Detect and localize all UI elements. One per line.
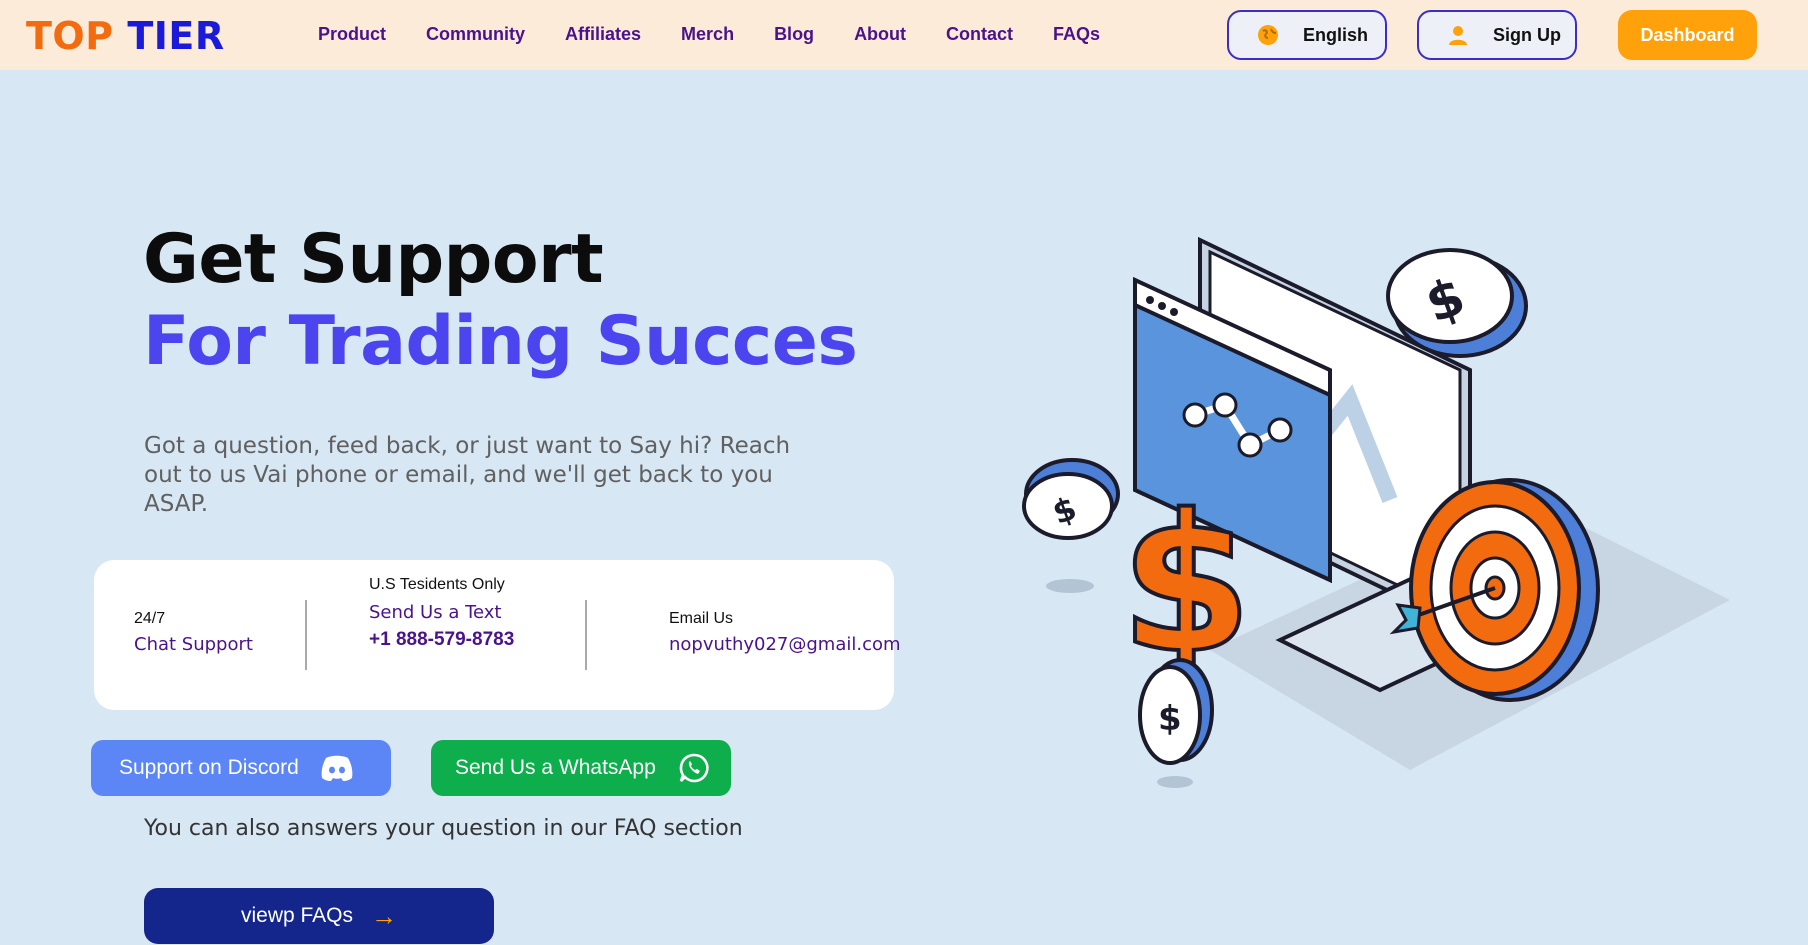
whatsapp-icon	[679, 753, 709, 783]
email-block: Email Us nopvuthy027@gmail.com	[669, 610, 901, 655]
shadow-shape	[1046, 579, 1094, 593]
faq-note: You can also answers your question in ou…	[144, 816, 743, 841]
nav-product[interactable]: Product	[318, 24, 386, 45]
whatsapp-button-label: Send Us a WhatsApp	[455, 756, 656, 779]
hero-lead: Got a question, feed back, or just want …	[144, 433, 791, 517]
dollar-sign: $	[1158, 699, 1182, 739]
arrow-right-icon: →	[371, 900, 398, 931]
chat-hours: 24/7	[134, 610, 166, 627]
network-node	[1267, 417, 1293, 443]
email-address[interactable]: nopvuthy027@gmail.com	[669, 634, 901, 655]
window-dot	[1146, 296, 1154, 304]
top-header: TOP TIER Product Community Affiliates Me…	[0, 0, 1808, 70]
window-dot	[1170, 308, 1178, 316]
sign-up-button[interactable]: Sign Up	[1417, 10, 1577, 60]
network-node	[1212, 392, 1238, 418]
whatsapp-button[interactable]: Send Us a WhatsApp	[431, 740, 731, 796]
discord-support-button[interactable]: Support on Discord	[91, 740, 391, 796]
hero-title: Get Support	[143, 220, 604, 299]
brand-logo[interactable]: TOP TIER	[26, 14, 225, 58]
network-node	[1237, 432, 1263, 458]
trading-support-illustration: $ $ $ $	[1022, 236, 1730, 788]
view-faqs-button[interactable]: viewp FAQs →	[144, 888, 494, 944]
hero-title-accent: For Trading Succes	[143, 302, 858, 381]
discord-icon	[321, 755, 353, 781]
network-node	[1182, 402, 1208, 428]
contact-card: 24/7 Chat Support U.S Tesidents Only Sen…	[94, 560, 901, 710]
language-label: English	[1303, 24, 1369, 45]
chat-support-block[interactable]: 24/7 Chat Support	[134, 610, 253, 655]
text-support-block: U.S Tesidents Only Send Us a Text +1 888…	[369, 576, 514, 651]
nav-merch[interactable]: Merch	[681, 24, 734, 45]
dashboard-button[interactable]: Dashboard	[1618, 10, 1757, 60]
logo-part-top: TOP	[26, 14, 114, 58]
shadow-shape	[1157, 776, 1193, 788]
nav-about[interactable]: About	[854, 24, 906, 45]
nav-faqs[interactable]: FAQs	[1053, 24, 1100, 45]
text-region-note: U.S Tesidents Only	[369, 576, 505, 593]
globe-icon	[1258, 25, 1278, 45]
window-dot	[1158, 302, 1166, 310]
divider	[585, 600, 587, 670]
language-button[interactable]: English	[1227, 10, 1387, 60]
text-support-label: Send Us a Text	[369, 602, 502, 623]
nav-community[interactable]: Community	[426, 24, 525, 45]
chat-support-label: Chat Support	[134, 634, 253, 655]
logo-part-tier: TIER	[127, 14, 225, 58]
discord-button-label: Support on Discord	[119, 756, 299, 779]
nav-blog[interactable]: Blog	[774, 24, 814, 45]
nav-affiliates[interactable]: Affiliates	[565, 24, 641, 45]
main-nav: Product Community Affiliates Merch Blog …	[298, 24, 1120, 45]
divider	[305, 600, 307, 670]
email-label: Email Us	[669, 610, 734, 627]
phone-number[interactable]: +1 888-579-8783	[369, 629, 514, 651]
view-faqs-label: viewp FAQs	[240, 904, 354, 927]
sign-up-label: Sign Up	[1493, 24, 1561, 45]
nav-contact[interactable]: Contact	[946, 24, 1013, 45]
user-icon	[1449, 26, 1467, 45]
